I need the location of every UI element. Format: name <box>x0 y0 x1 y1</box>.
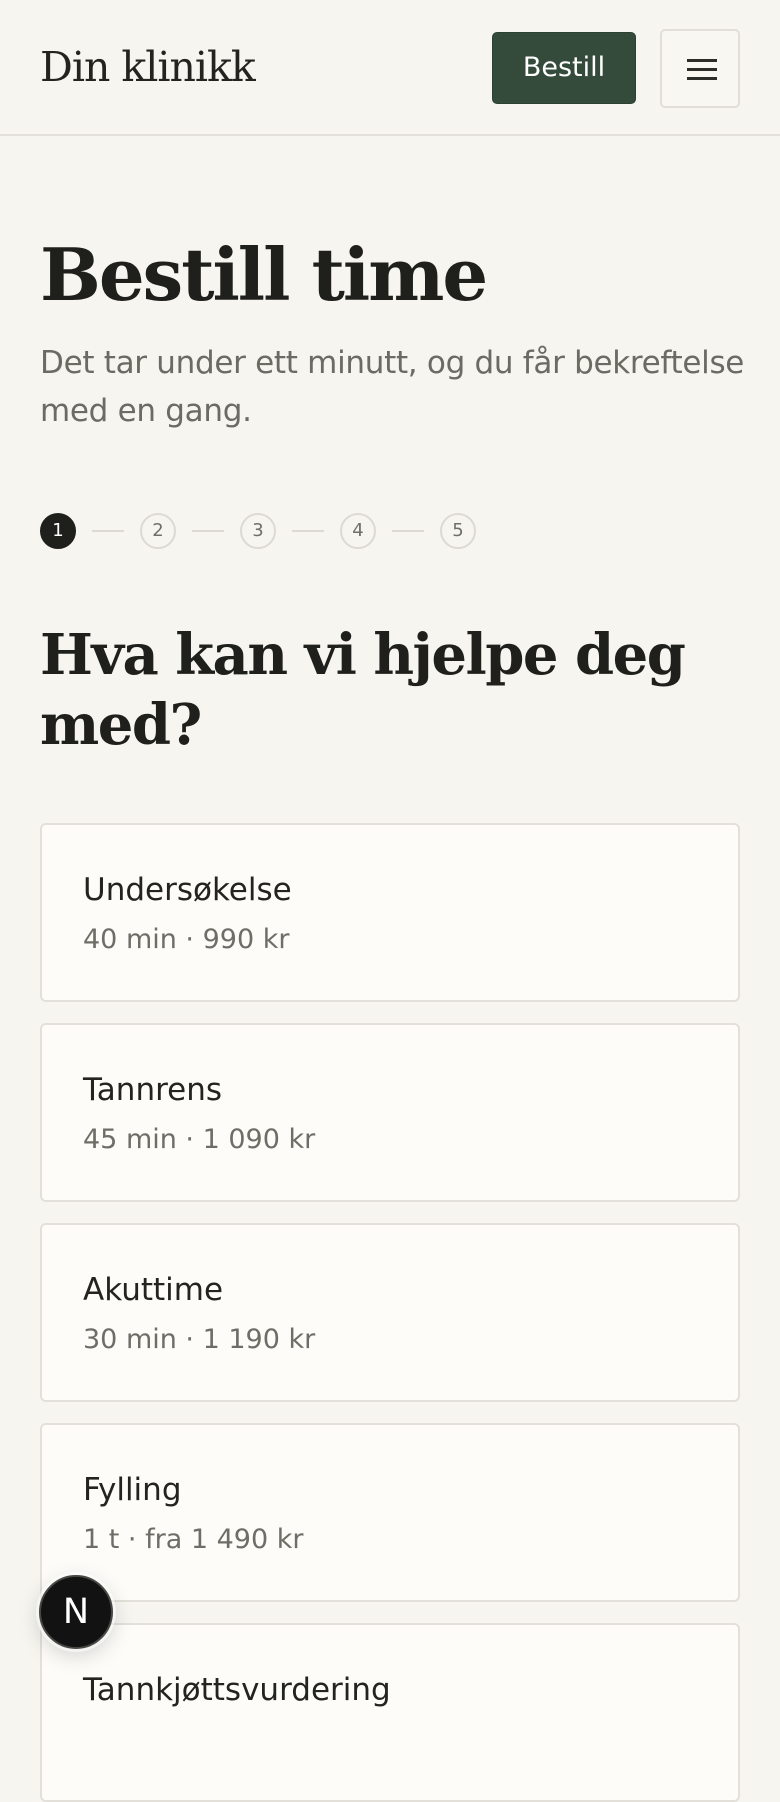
step-connector <box>292 530 324 532</box>
page-intro: Det tar under ett minutt, og du får bekr… <box>40 345 745 429</box>
service-name: Undersøkelse <box>83 872 292 908</box>
service-duration-price: 40 min · 990 kr <box>83 924 290 955</box>
step-indicator-2: 2 <box>140 513 176 549</box>
hamburger-menu-icon <box>687 59 717 62</box>
service-name: Fylling <box>83 1472 182 1508</box>
step-connector <box>92 530 124 532</box>
brand-logo[interactable]: Din klinikk <box>40 40 256 94</box>
service-duration-price: 1 t · fra 1 490 kr <box>83 1524 304 1555</box>
site-header: Din klinikk Bestill <box>0 0 780 136</box>
service-duration-price: 45 min · 1 090 kr <box>83 1124 316 1155</box>
service-duration-price: 30 min · 1 190 kr <box>83 1324 316 1355</box>
step-question: Hva kan vi hjelpe deg med? <box>40 622 686 758</box>
menu-button[interactable] <box>660 29 740 108</box>
book-button[interactable]: Bestill <box>492 32 636 104</box>
service-name: Akuttime <box>83 1272 224 1308</box>
service-option-akuttime[interactable]: Akuttime 30 min · 1 190 kr <box>40 1223 740 1402</box>
service-name: Tannrens <box>83 1072 223 1108</box>
service-option-tannkjottsvurdering[interactable]: Tannkjøttsvurdering <box>40 1623 740 1802</box>
hamburger-menu-icon-line <box>687 68 717 71</box>
nextjs-dev-indicator-icon[interactable]: N <box>39 1575 113 1649</box>
step-indicator-4: 4 <box>340 513 376 549</box>
step-connector <box>392 530 424 532</box>
step-connector <box>192 530 224 532</box>
booking-stepper: 1 2 3 4 5 <box>40 513 490 549</box>
step-indicator-1: 1 <box>40 513 76 549</box>
service-option-fylling[interactable]: Fylling 1 t · fra 1 490 kr <box>40 1423 740 1602</box>
hamburger-menu-icon-line <box>687 77 717 80</box>
page-title: Bestill time <box>40 232 488 317</box>
step-indicator-5: 5 <box>440 513 476 549</box>
service-option-tannrens[interactable]: Tannrens 45 min · 1 090 kr <box>40 1023 740 1202</box>
service-option-undersokelse[interactable]: Undersøkelse 40 min · 990 kr <box>40 823 740 1002</box>
service-name: Tannkjøttsvurdering <box>83 1672 391 1708</box>
step-indicator-3: 3 <box>240 513 276 549</box>
